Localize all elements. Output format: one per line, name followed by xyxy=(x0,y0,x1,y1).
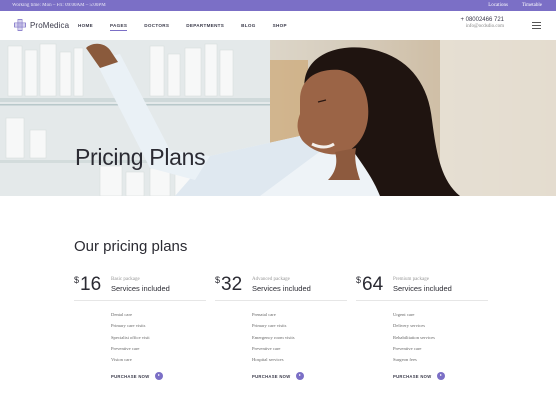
main-nav: HOME PAGES DOCTORS DEPARTMENTS BLOG SHOP xyxy=(78,11,304,40)
nav-home[interactable]: HOME xyxy=(78,23,93,28)
email-address[interactable]: info@ocdsdio.com xyxy=(460,24,504,29)
list-item: Preventive care xyxy=(393,345,422,351)
list-item: Specialist office visit xyxy=(111,334,150,340)
currency-symbol: $ xyxy=(356,275,362,285)
locations-link[interactable]: Locations xyxy=(488,0,508,11)
nav-pages[interactable]: PAGES xyxy=(109,23,128,31)
price-value: 32 xyxy=(221,274,243,295)
timetable-link[interactable]: Timetable xyxy=(522,0,542,11)
purchase-now-label: PURCHASE NOW xyxy=(111,373,150,379)
list-item: Urgent care xyxy=(393,312,415,317)
list-item: Dental care xyxy=(111,312,133,317)
purchase-now-button[interactable]: PURCHASE NOW xyxy=(393,372,445,380)
price-value: 64 xyxy=(362,274,384,295)
nav-doctors[interactable]: DOCTORS xyxy=(144,23,169,28)
purchase-now-label: PURCHASE NOW xyxy=(252,373,291,379)
arrow-right-icon xyxy=(436,372,445,380)
nav-blog[interactable]: BLOG xyxy=(241,23,255,28)
list-item: Preventive care xyxy=(111,345,140,351)
services-included-heading: Services included xyxy=(252,284,311,293)
purchase-now-button[interactable]: PURCHASE NOW xyxy=(252,372,304,380)
arrow-right-icon xyxy=(154,372,163,380)
hero-photo xyxy=(0,40,556,196)
phone-number[interactable]: + 08002466 721 xyxy=(460,17,504,23)
site-header: ProMedica HOME PAGES DOCTORS DEPARTMENTS… xyxy=(0,11,556,40)
nav-departments[interactable]: DEPARTMENTS xyxy=(186,23,224,28)
list-item: Rehabilitation services xyxy=(393,334,435,340)
list-item: Preventive care xyxy=(252,345,281,351)
list-item: Primary care visits xyxy=(252,323,287,329)
logo[interactable]: ProMedica xyxy=(14,19,69,31)
working-time: Working time: Mon – Fri: 09:00AM – 5:00P… xyxy=(12,0,106,11)
pricing-plan-premium: $ 64 Premium package Services included U… xyxy=(356,272,488,387)
arrow-right-icon xyxy=(295,372,304,380)
package-name: Advanced package xyxy=(252,277,290,282)
list-item: Surgeon fees xyxy=(393,357,417,363)
services-list: Dental care Primary care visits Speciali… xyxy=(111,312,150,368)
purchase-now-button[interactable]: PURCHASE NOW xyxy=(111,372,163,380)
divider xyxy=(356,300,488,301)
logo-text: ProMedica xyxy=(30,20,70,30)
list-item: Primary care visits xyxy=(111,323,146,329)
divider xyxy=(215,300,347,301)
package-name: Premium package xyxy=(393,277,429,282)
currency-symbol: $ xyxy=(215,275,221,285)
services-included-heading: Services included xyxy=(111,284,170,293)
nav-shop[interactable]: SHOP xyxy=(273,23,287,28)
list-item: Hospital services xyxy=(252,357,284,363)
header-contact: + 08002466 721 info@ocdsdio.com xyxy=(460,17,504,29)
package-name: Basic package xyxy=(111,277,140,282)
top-links: Locations Timetable xyxy=(488,0,542,11)
hamburger-menu-icon[interactable] xyxy=(532,22,541,29)
list-item: Prenatal care xyxy=(252,312,276,317)
services-list: Urgent care Delivery services Rehabilita… xyxy=(393,312,435,368)
divider xyxy=(74,300,206,301)
purchase-now-label: PURCHASE NOW xyxy=(393,373,432,379)
hero-banner: Pricing Plans xyxy=(0,40,556,196)
list-item: Vision care xyxy=(111,357,132,363)
pricing-plan-basic: $ 16 Basic package Services included Den… xyxy=(74,272,206,387)
services-list: Prenatal care Primary care visits Emerge… xyxy=(252,312,295,368)
medical-cross-icon xyxy=(14,19,26,31)
list-item: Delivery services xyxy=(393,323,426,329)
pricing-section-title: Our pricing plans xyxy=(74,238,188,255)
pricing-plan-advanced: $ 32 Advanced package Services included … xyxy=(215,272,347,387)
hero-title: Pricing Plans xyxy=(75,144,206,170)
top-info-bar: Working time: Mon – Fri: 09:00AM – 5:00P… xyxy=(0,0,556,11)
price-value: 16 xyxy=(80,274,102,295)
working-time-label: Working time: xyxy=(12,3,41,8)
list-item: Emergency room visits xyxy=(252,334,295,340)
services-included-heading: Services included xyxy=(393,284,452,293)
working-time-value: Mon – Fri: 09:00AM – 5:00PM xyxy=(42,3,106,8)
currency-symbol: $ xyxy=(74,275,80,285)
